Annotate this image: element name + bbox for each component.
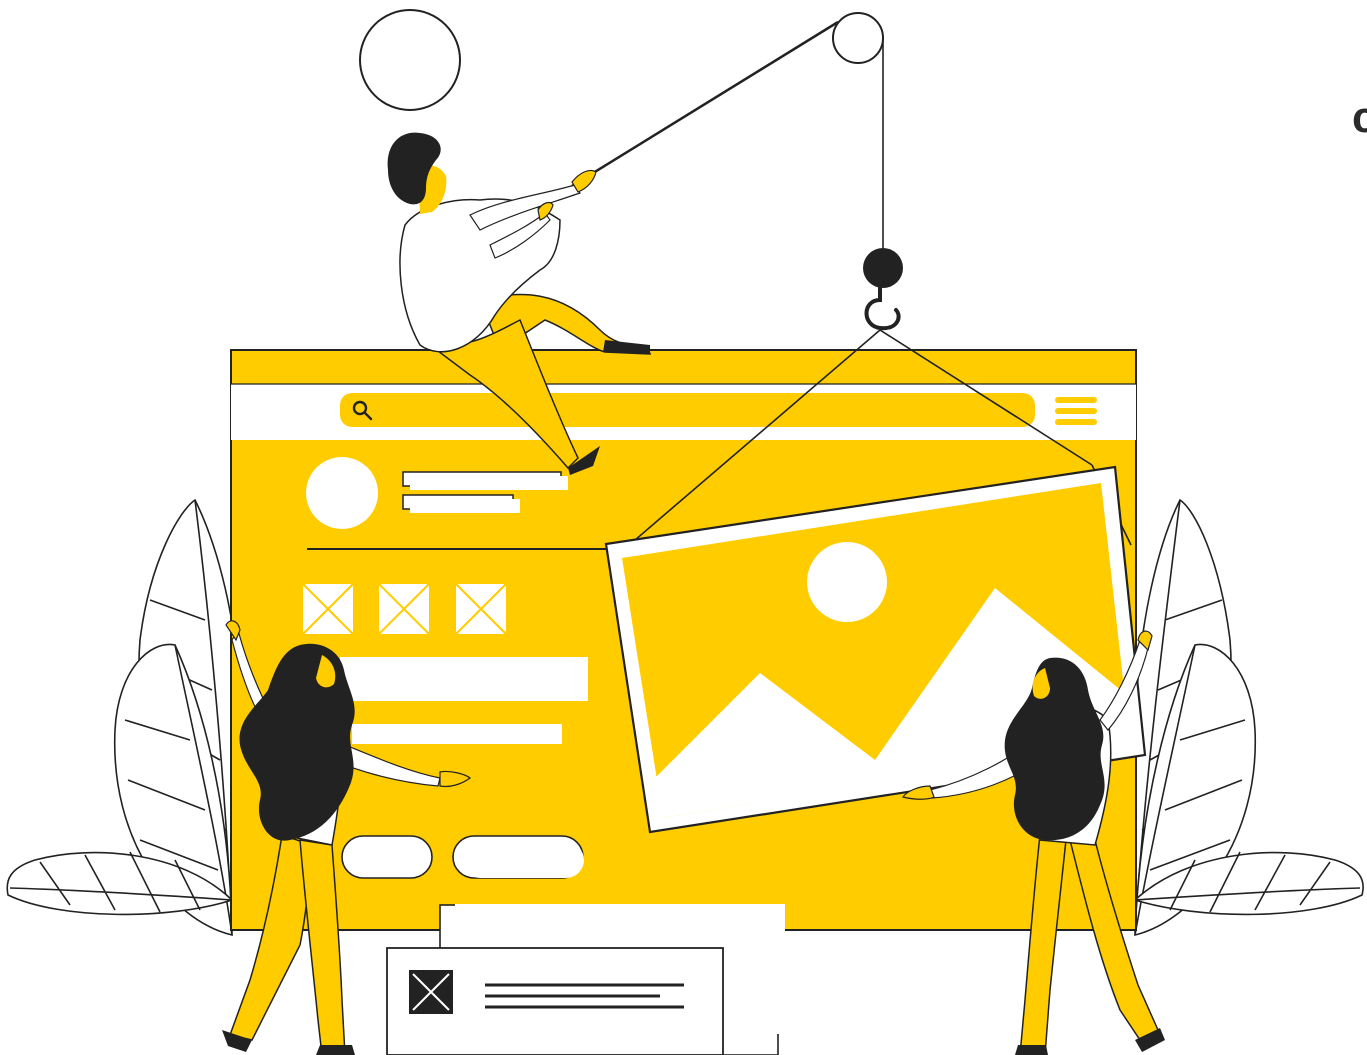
hamburger-menu-icon[interactable] xyxy=(1055,397,1097,425)
pill-button-left[interactable] xyxy=(341,835,433,879)
sun-circle xyxy=(807,542,887,622)
empty-circle-shape xyxy=(359,9,461,111)
right-leaves-decoration xyxy=(1133,498,1364,937)
image-placeholder-icon xyxy=(301,582,355,636)
front-card xyxy=(386,947,724,1055)
pulley xyxy=(832,12,884,64)
website-construction-illustration xyxy=(6,9,1364,1055)
search-bar[interactable] xyxy=(340,393,1035,427)
image-placeholder-icon xyxy=(377,582,431,636)
hook-icon xyxy=(864,286,901,331)
left-leaves-decoration xyxy=(6,498,241,937)
avatar xyxy=(306,457,378,529)
x-box-icon xyxy=(409,970,453,1014)
thumbnail-row xyxy=(301,582,508,636)
content-line xyxy=(352,724,562,744)
pull-rope xyxy=(571,20,839,188)
pill-button-right[interactable] xyxy=(452,835,584,879)
content-block-wide xyxy=(340,657,588,701)
image-placeholder-icon xyxy=(454,582,508,636)
hook-ball xyxy=(863,248,903,288)
